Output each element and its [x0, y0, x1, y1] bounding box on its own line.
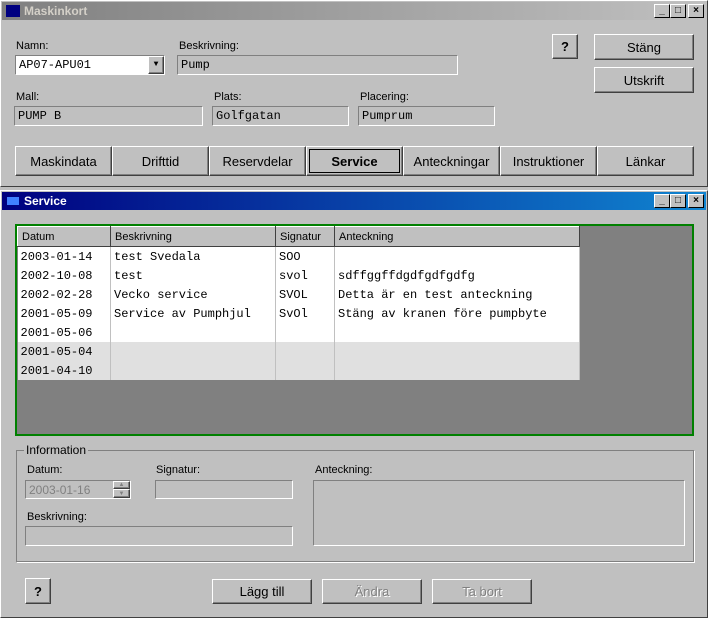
service-title-bar: Service _ □ × — [2, 192, 706, 210]
table-cell[interactable]: Stäng av kranen före pumpbyte — [334, 304, 580, 323]
service-minimize-button[interactable]: _ — [654, 194, 670, 208]
table-cell[interactable] — [334, 323, 580, 342]
anteckning-field[interactable] — [313, 480, 685, 546]
main-title-bar: Maskinkort _ □ × — [2, 2, 706, 20]
datum-label: Datum: — [27, 464, 63, 476]
table-cell[interactable] — [275, 323, 335, 342]
table-cell[interactable] — [275, 342, 335, 361]
tab-bar: Maskindata Drifttid Reservdelar Service … — [15, 146, 694, 176]
anteckning-label: Anteckning: — [315, 464, 373, 476]
table-cell[interactable]: Service av Pumphjul — [110, 304, 276, 323]
signatur-label: Signatur: — [156, 464, 201, 476]
namn-label: Namn: — [16, 40, 49, 52]
service-icon — [7, 197, 19, 205]
table-row[interactable]: 2003-01-14 test Svedala SOO — [17, 246, 580, 266]
tab-instruktioner[interactable]: Instruktioner — [500, 146, 597, 176]
table-cell[interactable]: test Svedala — [110, 246, 276, 266]
tab-reservdelar[interactable]: Reservdelar — [209, 146, 306, 176]
spin-down-icon[interactable]: ▼ — [113, 489, 130, 498]
column-header-signatur[interactable]: Signatur — [275, 226, 335, 247]
table-row[interactable]: 2001-04-10 — [17, 361, 580, 380]
table-cell[interactable]: SVOL — [275, 285, 335, 304]
beskrivning-label: Beskrivning: — [179, 40, 239, 52]
table-cell[interactable] — [110, 361, 276, 380]
close-window-button[interactable]: × — [688, 4, 704, 18]
namn-select[interactable]: AP07-APU01 ▼ — [15, 55, 165, 75]
spin-up-icon[interactable]: ▲ — [113, 481, 130, 489]
information-group-label: Information — [24, 443, 89, 457]
service-close-button[interactable]: × — [688, 194, 704, 208]
service-grid[interactable]: Datum Beskrivning Signatur Anteckning 20… — [15, 224, 694, 436]
table-cell[interactable]: 2002-02-28 — [17, 285, 111, 304]
window-title: Maskinkort — [24, 4, 88, 18]
tab-maskindata[interactable]: Maskindata — [15, 146, 112, 176]
table-cell[interactable]: 2001-05-09 — [17, 304, 111, 323]
table-cell[interactable]: Detta är en test anteckning — [334, 285, 580, 304]
placering-label: Placering: — [360, 91, 409, 103]
table-cell[interactable]: sdffggffdgdfgdfgdfg — [334, 266, 580, 285]
mall-field[interactable]: PUMP B — [14, 106, 203, 126]
table-row[interactable]: 2001-05-09 Service av Pumphjul SvOl Stäng a… — [17, 304, 580, 323]
table-cell[interactable]: SvOl — [275, 304, 335, 323]
table-cell[interactable] — [334, 246, 580, 266]
datum-spinner[interactable]: ▲ ▼ — [113, 481, 130, 498]
mall-label: Mall: — [16, 91, 40, 103]
beskrivning-field[interactable]: Pump — [177, 55, 458, 75]
print-button[interactable]: Utskrift — [594, 67, 694, 93]
app-icon — [6, 5, 20, 17]
beskrivning-info-label: Beskrivning: — [27, 511, 87, 523]
table-cell[interactable] — [334, 342, 580, 361]
namn-value: AP07-APU01 — [19, 58, 92, 72]
tab-lankar[interactable]: Länkar — [597, 146, 694, 176]
placering-field[interactable]: Pumprum — [358, 106, 495, 126]
plats-label: Plats: — [214, 91, 242, 103]
table-row[interactable]: 2001-05-04 — [17, 342, 580, 361]
tab-drifttid[interactable]: Drifttid — [112, 146, 209, 176]
table-cell[interactable] — [110, 342, 276, 361]
table-cell[interactable] — [110, 323, 276, 342]
plats-field[interactable]: Golfgatan — [212, 106, 349, 126]
beskrivning-info-field[interactable] — [25, 526, 293, 546]
service-title: Service — [24, 194, 67, 208]
tab-service[interactable]: Service — [306, 146, 403, 176]
table-cell[interactable]: SOO — [275, 246, 335, 266]
service-help-button[interactable]: ? — [25, 578, 51, 604]
table-cell[interactable]: Vecko service — [110, 285, 276, 304]
help-button[interactable]: ? — [552, 34, 578, 59]
edit-button[interactable]: Ändra — [322, 579, 422, 604]
close-button[interactable]: Stäng — [594, 34, 694, 60]
table-cell[interactable]: 2001-04-10 — [17, 361, 111, 380]
delete-button[interactable]: Ta bort — [432, 579, 532, 604]
column-header-datum[interactable]: Datum — [17, 226, 111, 247]
table-cell[interactable]: 2001-05-04 — [17, 342, 111, 361]
service-table: Datum Beskrivning Signatur Anteckning 20… — [17, 226, 580, 380]
table-cell[interactable] — [334, 361, 580, 380]
chevron-down-icon[interactable]: ▼ — [148, 56, 164, 74]
minimize-button[interactable]: _ — [654, 4, 670, 18]
table-cell[interactable]: 2003-01-14 — [17, 246, 111, 266]
maximize-button[interactable]: □ — [670, 4, 686, 18]
table-row[interactable]: 2002-02-28 Vecko service SVOL Detta är en t… — [17, 285, 580, 304]
table-cell[interactable]: 2002-10-08 — [17, 266, 111, 285]
column-header-anteckning[interactable]: Anteckning — [334, 226, 580, 247]
tab-anteckningar[interactable]: Anteckningar — [403, 146, 500, 176]
table-row[interactable]: 2001-05-06 — [17, 323, 580, 342]
table-cell[interactable]: 2001-05-06 — [17, 323, 111, 342]
add-button[interactable]: Lägg till — [212, 579, 312, 604]
table-cell[interactable]: test — [110, 266, 276, 285]
service-maximize-button[interactable]: □ — [670, 194, 686, 208]
table-cell[interactable]: svol — [275, 266, 335, 285]
table-row[interactable]: 2002-10-08 test svol sdffggffdgdfgdfgdfg — [17, 266, 580, 285]
table-cell[interactable] — [275, 361, 335, 380]
column-header-beskrivning[interactable]: Beskrivning — [110, 226, 276, 247]
signatur-field[interactable] — [155, 480, 293, 499]
